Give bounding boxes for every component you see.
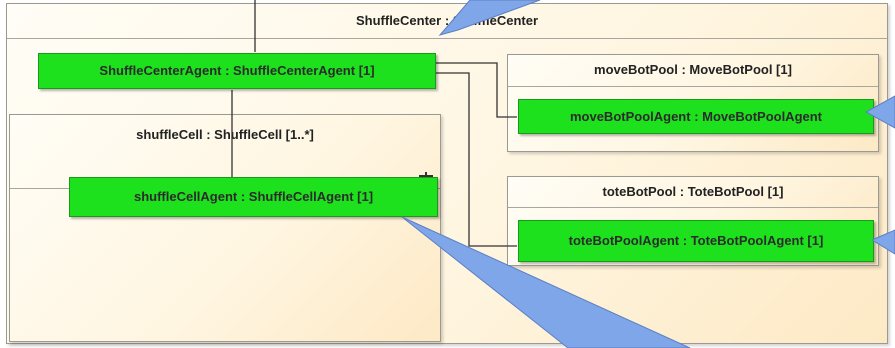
callout-pointer-move-agent[interactable] xyxy=(864,95,895,129)
callout-layer xyxy=(401,0,895,348)
callout-pointer-top[interactable] xyxy=(438,0,541,36)
callout-pointer-tote-agent[interactable] xyxy=(870,229,895,255)
diagram-canvas: ShuffleCenter : ShuffleCenter shuffleCel… xyxy=(0,0,895,348)
callout-pointer-bottom[interactable] xyxy=(401,216,691,348)
